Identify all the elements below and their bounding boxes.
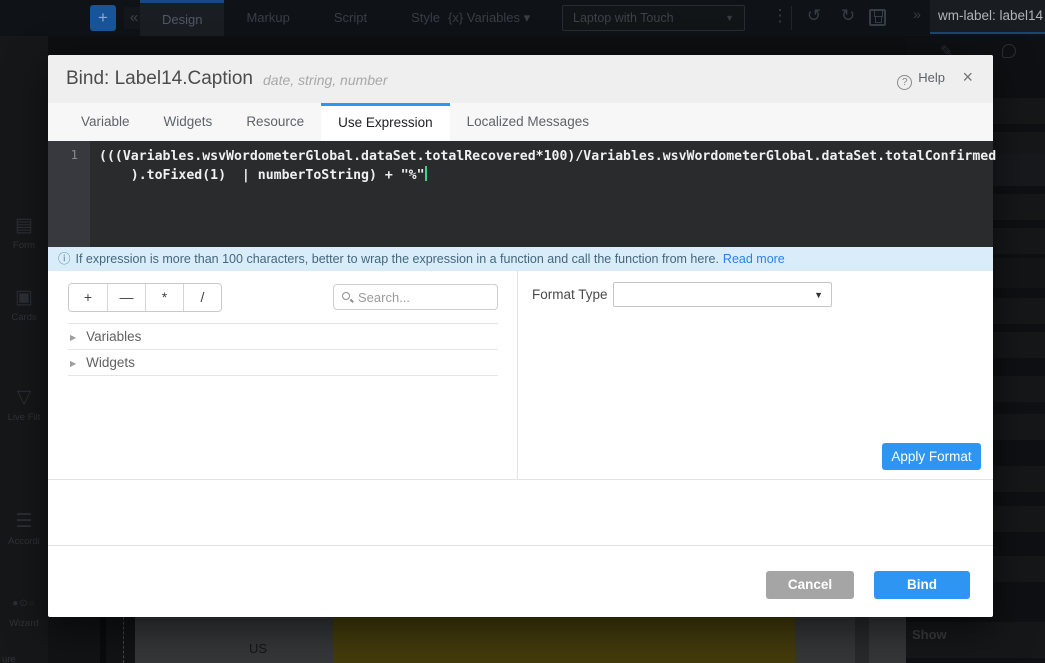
code-line: (((Variables.wsvWordometerGlobal.dataSet… — [99, 147, 993, 166]
editor-gutter: 1 — [48, 141, 90, 247]
tree-node-label: Variables — [86, 329, 141, 344]
bind-dialog: Bind: Label14.Caption date, string, numb… — [48, 55, 993, 617]
format-type-select[interactable]: ▼ — [613, 282, 832, 307]
tab-use-expression[interactable]: Use Expression — [321, 103, 450, 141]
chevron-down-icon: ▼ — [814, 290, 823, 300]
search-icon — [342, 292, 350, 300]
text-cursor — [425, 166, 427, 181]
search-box — [333, 284, 498, 310]
operator-multiply-button[interactable]: * — [145, 284, 183, 311]
dialog-footer: Cancel Bind — [48, 545, 993, 617]
app-screen: + « Design Markup Script Style {x} Varia… — [0, 0, 1045, 663]
operator-divide-button[interactable]: / — [183, 284, 221, 311]
close-icon[interactable]: × — [962, 67, 973, 87]
help-button[interactable]: ? Help — [897, 70, 945, 90]
dialog-title: Bind: Label14.Caption — [66, 68, 253, 90]
tree-node-label: Widgets — [86, 355, 135, 370]
bind-button[interactable]: Bind — [874, 571, 970, 599]
chevron-right-icon: ▶ — [70, 351, 76, 377]
tab-resource[interactable]: Resource — [229, 103, 321, 141]
operator-button-group: + — * / — [68, 283, 222, 312]
dialog-header: Bind: Label14.Caption date, string, numb… — [48, 55, 993, 103]
tab-variable[interactable]: Variable — [64, 103, 147, 141]
cancel-button[interactable]: Cancel — [766, 571, 854, 599]
chevron-right-icon: ▶ — [70, 325, 76, 351]
read-more-link[interactable]: Read more — [723, 252, 785, 266]
bind-dialog-tabs: Variable Widgets Resource Use Expression… — [48, 103, 993, 141]
info-icon: ⓘ — [58, 252, 71, 266]
help-label: Help — [918, 70, 945, 85]
info-banner-text: If expression is more than 100 character… — [76, 252, 719, 266]
expression-tools-pane: + — * / ▶ Variables ▶ Widgets — [48, 271, 518, 480]
operator-plus-button[interactable]: + — [69, 284, 107, 311]
help-icon: ? — [897, 75, 912, 90]
tree-node-variables[interactable]: ▶ Variables — [68, 324, 498, 350]
dialog-subtitle: date, string, number — [263, 72, 388, 88]
apply-format-button[interactable]: Apply Format — [882, 443, 981, 470]
editor-code-area[interactable]: (((Variables.wsvWordometerGlobal.dataSet… — [90, 141, 993, 247]
info-banner: ⓘ If expression is more than 100 characte… — [48, 247, 993, 271]
source-tree: ▶ Variables ▶ Widgets — [68, 323, 498, 376]
tab-widgets[interactable]: Widgets — [147, 103, 230, 141]
code-line: ).toFixed(1) | numberToString) + "%" — [99, 166, 993, 185]
search-input[interactable] — [358, 286, 492, 308]
expression-code-editor[interactable]: 1 (((Variables.wsvWordometerGlobal.dataS… — [48, 141, 993, 247]
dialog-body: + — * / ▶ Variables ▶ Widgets — [48, 271, 993, 480]
line-number: 1 — [48, 147, 78, 162]
code-line-text: ).toFixed(1) | numberToString) + "%" — [99, 168, 425, 183]
format-pane: Format Type ▼ Apply Format — [518, 271, 993, 480]
operator-minus-button[interactable]: — — [107, 284, 145, 311]
tree-node-widgets[interactable]: ▶ Widgets — [68, 350, 498, 376]
tab-localized-messages[interactable]: Localized Messages — [450, 103, 606, 141]
format-type-label: Format Type — [532, 287, 608, 302]
